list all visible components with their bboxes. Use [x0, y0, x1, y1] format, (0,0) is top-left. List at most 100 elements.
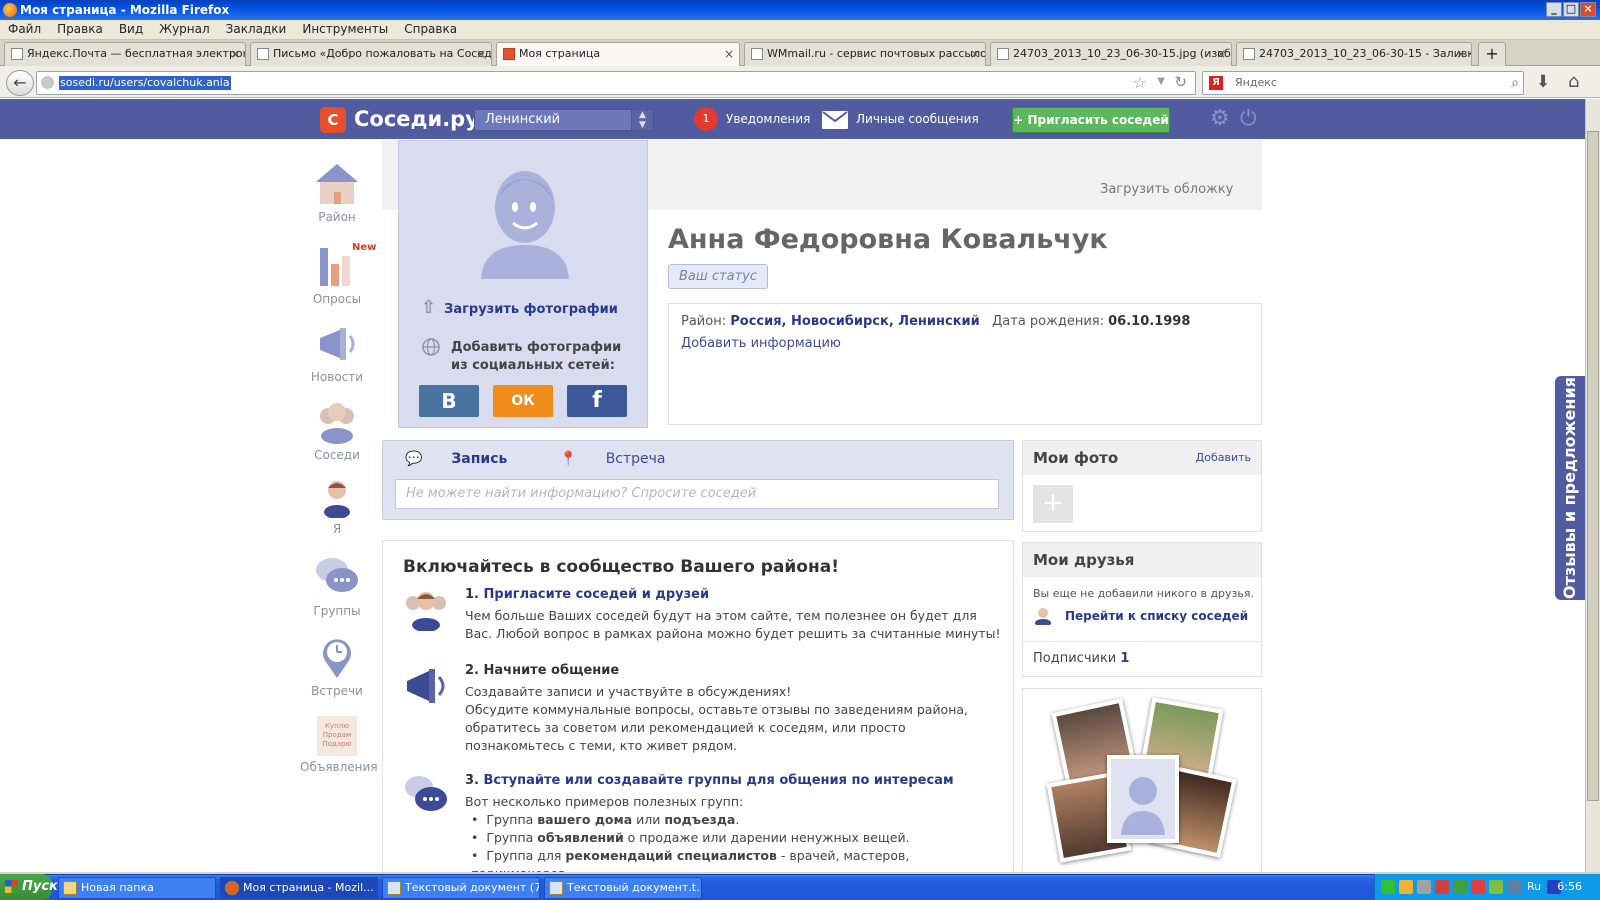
tab-label: WMmail.ru - сервис почтовых рассылок... — [767, 47, 986, 60]
close-tab-icon[interactable]: × — [1456, 43, 1466, 65]
home-icon[interactable]: ⌂ — [1568, 71, 1579, 92]
go-neighbors-link[interactable]: Перейти к списку соседей — [1033, 607, 1248, 627]
start-button[interactable]: Пуск — [0, 874, 58, 900]
yandex-icon[interactable]: Я — [1209, 76, 1223, 90]
browser-tab[interactable]: Письмо «Добро пожаловать на Соседи... × — [250, 42, 492, 66]
district-select[interactable]: Ленинский ▲ ▼ — [474, 109, 654, 131]
sidebar-item-meetings[interactable]: Встречи — [300, 634, 374, 698]
tab-post[interactable]: 💬 Запись — [405, 451, 531, 467]
minimize-button[interactable]: _ — [1546, 2, 1562, 17]
taskbar-item[interactable]: Текстовый документ.t... — [544, 877, 702, 899]
taskbar-item-active[interactable]: Моя страница - Mozil... — [220, 877, 378, 899]
gear-icon[interactable]: ⚙ — [1210, 107, 1230, 131]
close-tab-icon[interactable]: × — [230, 43, 240, 65]
new-badge: New — [352, 242, 377, 253]
search-bar[interactable]: Я Яндекс ⌕ — [1202, 71, 1524, 95]
page-scrollbar[interactable] — [1585, 99, 1600, 872]
tab-meeting[interactable]: 📍 Встреча — [560, 451, 690, 467]
tray-icon[interactable] — [1417, 880, 1431, 894]
tray-icon[interactable] — [1471, 880, 1485, 894]
user-icon — [1033, 607, 1053, 630]
tray-icon[interactable] — [1507, 880, 1521, 894]
taskbar-item[interactable]: Новая папка — [58, 877, 216, 899]
reload-icon[interactable]: ↻ — [1174, 73, 1187, 91]
close-tab-icon[interactable]: × — [1216, 43, 1226, 65]
menu-bookmarks[interactable]: Закладки — [218, 20, 295, 39]
browser-tab[interactable]: 24703_2013_10_23_06-30-15.jpg (изоб... × — [990, 42, 1232, 66]
tray-icon[interactable] — [1381, 880, 1395, 894]
district-value-link[interactable]: Россия, Новосибирск, Ленинский — [730, 314, 980, 329]
groups-link[interactable]: Вступайте или создавайте группы — [484, 773, 742, 788]
add-photo-link[interactable]: Добавить — [1196, 441, 1251, 475]
subscribers-line[interactable]: Подписчики 1 — [1033, 651, 1129, 666]
close-tab-icon[interactable]: × — [970, 43, 980, 65]
tray-icon[interactable] — [1453, 880, 1467, 894]
history-dropdown-icon[interactable]: ▼ — [1157, 76, 1165, 87]
menu-view[interactable]: Вид — [111, 20, 151, 39]
menu-file[interactable]: Файл — [0, 20, 49, 39]
photo-collage[interactable] — [1022, 688, 1262, 878]
close-tab-icon[interactable]: × — [724, 43, 734, 65]
bullet-bold: вашего дома — [537, 812, 633, 827]
step-title: 3. Вступайте или создавайте группы для о… — [465, 773, 954, 788]
notifications-link[interactable]: 1 Уведомления — [694, 107, 810, 131]
sidebar-item-neighbors[interactable]: Соседи — [300, 398, 374, 462]
menu-help[interactable]: Справка — [396, 20, 465, 39]
close-window-button[interactable]: × — [1580, 2, 1596, 17]
invite-neighbors-button[interactable]: + Пригласить соседей — [1012, 107, 1170, 133]
tray-icon[interactable] — [1399, 880, 1413, 894]
post-input[interactable]: Не можете найти информацию? Спросите сос… — [395, 479, 999, 509]
community-title: Включайтесь в сообщество Вашего района! — [403, 557, 839, 577]
url-bar[interactable]: sosedi.ru/users/covalchuk.ania ☆ ▼ ↻ — [36, 71, 1196, 95]
maximize-button[interactable]: □ — [1563, 2, 1579, 17]
menu-edit[interactable]: Правка — [49, 20, 111, 39]
facebook-button[interactable]: f — [567, 385, 627, 417]
upload-cover-link[interactable]: Загрузить обложку — [1100, 180, 1233, 200]
scrollbar-thumb[interactable] — [1587, 131, 1599, 801]
url-text[interactable]: sosedi.ru/users/covalchuk.ania — [59, 76, 231, 90]
power-icon[interactable]: ⏻ — [1240, 106, 1257, 130]
browser-tab-active[interactable]: Моя страница × — [496, 42, 740, 67]
language-indicator[interactable]: Ru — [1527, 874, 1541, 900]
tab-bar: Яндекс.Почта — бесплатная электрон... × П… — [0, 40, 1600, 67]
close-tab-icon[interactable]: × — [476, 43, 486, 65]
upload-photos-link[interactable]: ⇧ Загрузить фотографии — [421, 297, 618, 318]
ads-icon-text: Продам — [322, 731, 352, 739]
download-icon[interactable]: ⬇ — [1536, 72, 1550, 92]
status-input[interactable]: Ваш статус — [668, 264, 769, 289]
add-info-link[interactable]: Добавить информацию — [681, 336, 841, 351]
messages-label: Личные сообщения — [856, 112, 979, 126]
sidebar-item-groups[interactable]: Группы — [300, 554, 374, 618]
add-photo-plus-button[interactable]: + — [1033, 485, 1073, 523]
vk-button[interactable]: В — [419, 385, 479, 417]
menu-history[interactable]: Журнал — [151, 20, 218, 39]
messages-link[interactable]: Личные сообщения — [822, 107, 979, 131]
taskbar-item[interactable]: Текстовый документ (7... — [382, 877, 540, 899]
browser-tab[interactable]: 24703_2013_10_23_06-30-15 - Заливка... × — [1236, 42, 1472, 66]
sidebar-label: Соседи — [314, 448, 360, 462]
feedback-tab[interactable]: Отзывы и предложения — [1555, 376, 1585, 600]
divider — [1023, 641, 1261, 642]
new-tab-button[interactable]: + — [1478, 42, 1506, 66]
sidebar-item-me[interactable]: Я — [300, 478, 374, 536]
avatar-placeholder-icon[interactable] — [475, 161, 575, 279]
site-identity-icon[interactable] — [41, 76, 54, 89]
site-logo[interactable]: С Соседи.ру — [320, 104, 479, 134]
sidebar-label: Район — [318, 210, 356, 224]
community-intro: Включайтесь в сообщество Вашего района! … — [382, 540, 1014, 881]
sidebar-item-news[interactable]: Новости — [300, 320, 374, 384]
people-icon — [403, 587, 449, 632]
sidebar-item-polls[interactable]: Опросы New — [300, 242, 377, 306]
odnoklassniki-button[interactable]: ОК — [493, 385, 553, 417]
invite-neighbors-link[interactable]: Пригласите соседей и друзей — [484, 587, 710, 602]
bookmark-star-icon[interactable]: ☆ — [1133, 73, 1147, 92]
browser-tab[interactable]: Яндекс.Почта — бесплатная электрон... × — [4, 42, 246, 66]
sidebar-item-district[interactable]: Район — [300, 160, 374, 224]
browser-tab[interactable]: WMmail.ru - сервис почтовых рассылок... × — [744, 42, 986, 66]
sidebar-item-ads[interactable]: Куплю Продам Подарю Объявления — [300, 716, 378, 774]
tray-icon[interactable] — [1489, 880, 1503, 894]
search-icon[interactable]: ⌕ — [1511, 72, 1519, 94]
tray-icon[interactable] — [1435, 880, 1449, 894]
back-button[interactable]: ← — [6, 70, 34, 96]
menu-tools[interactable]: Инструменты — [294, 20, 396, 39]
